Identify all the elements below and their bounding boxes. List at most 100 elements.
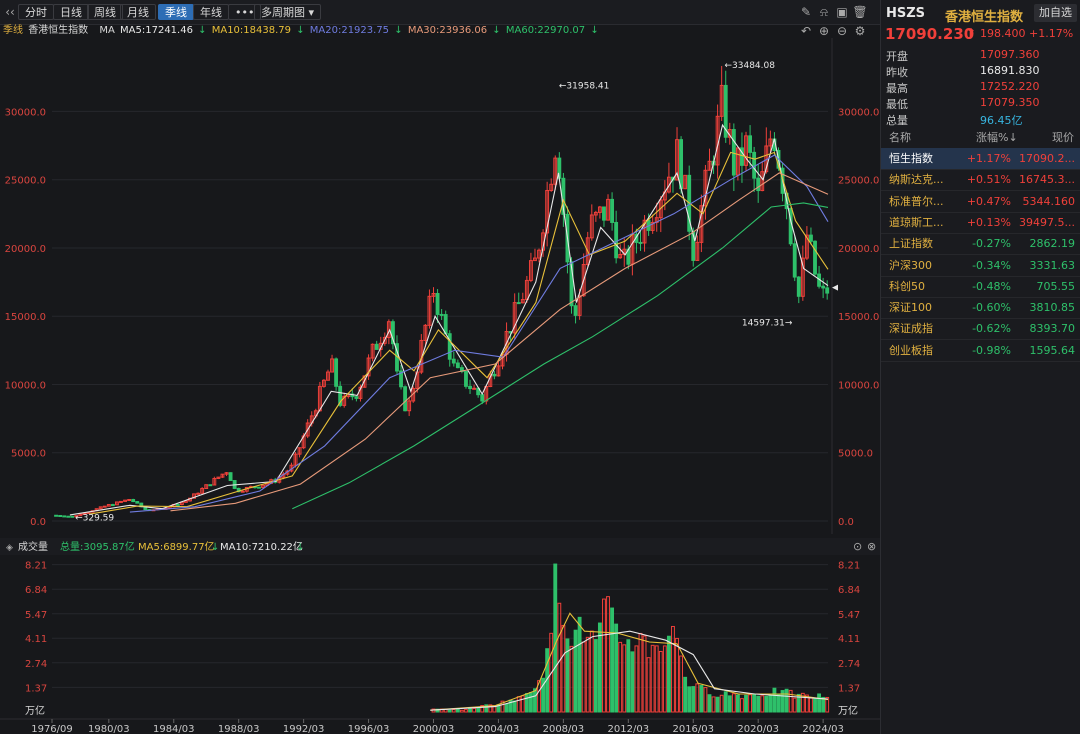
candle-body: [451, 358, 456, 364]
volume-bar: [585, 636, 590, 713]
volume-tick-label-right: 6.84: [838, 585, 860, 596]
volume-bar: [459, 709, 464, 713]
candle-body: [135, 501, 140, 504]
index-pct-cell: +1.17%: [966, 152, 1011, 165]
period-toolbar: ‹‹ 分时 日线 周线 月线 季线 年线 ••• 多周期图 ▾ ✎ ⍾ ▣ 🗑: [0, 0, 880, 25]
period-button[interactable]: 日线: [53, 4, 89, 20]
quote-field-label: 最低: [886, 98, 908, 111]
period-button[interactable]: 年线: [193, 4, 229, 20]
volume-total: 总量:3095.87亿: [60, 540, 135, 553]
index-price-cell: 2862.19: [1029, 237, 1076, 251]
column-header[interactable]: 涨幅%↓: [976, 127, 1018, 148]
zoom-out-icon[interactable]: ⊖: [834, 23, 850, 39]
candle-body: [403, 386, 408, 412]
multi-period-button[interactable]: 多周期图 ▾: [254, 4, 322, 20]
period-button[interactable]: 季线: [158, 4, 194, 20]
candle-body: [472, 387, 477, 390]
index-table-row[interactable]: 恒生指数 +1.17% 17090.2...: [881, 148, 1080, 170]
price-tick-label-right: 10000.0: [838, 380, 879, 391]
volume-bar: [817, 693, 822, 713]
time-tick-label: 2004/03: [478, 724, 520, 734]
index-name-cell: 深证100: [889, 301, 932, 315]
ma-line-ma10: [89, 151, 829, 515]
undo-icon[interactable]: ↶: [798, 23, 814, 39]
quote-field-label: 昨收: [886, 66, 908, 79]
volume-bar: [727, 695, 732, 713]
column-header[interactable]: 现价: [1052, 127, 1074, 148]
settings-icon[interactable]: ⚙: [852, 23, 868, 39]
index-price-cell: 16745.3...: [1019, 173, 1075, 187]
index-name-cell: 标准普尔...: [889, 194, 944, 208]
volume-ma5: MA5:6899.77亿: [138, 540, 215, 553]
volume-settings-icon[interactable]: ⊙: [853, 540, 862, 553]
candle-body: [110, 504, 115, 507]
volume-bar: [691, 686, 696, 713]
volume-ma5-arrow: ↓: [211, 542, 219, 553]
candle-body: [614, 221, 619, 259]
index-pct-cell: -0.27%: [972, 237, 1011, 251]
ma-legend-bar: 季线 香港恒生指数 MA MA5:17241.46 ↓ MA10:18438.7…: [0, 24, 880, 38]
draw-pen-icon[interactable]: ✎: [798, 4, 814, 20]
collapse-left-icon[interactable]: ‹‹: [2, 4, 18, 20]
index-table-row[interactable]: 深证成指 -0.62% 8393.70: [881, 318, 1080, 341]
volume-unit-right: 万亿: [838, 704, 858, 717]
volume-unit-left: 万亿: [25, 704, 45, 717]
price-tick-label-right: 15000.0: [838, 312, 879, 323]
volume-bar: [658, 650, 663, 713]
candle-body: [334, 358, 339, 387]
annotation-label: ←33484.08: [724, 61, 775, 71]
screenshot-icon[interactable]: ▣: [834, 4, 850, 20]
candle-body: [208, 484, 213, 487]
period-button[interactable]: 分时: [18, 4, 54, 20]
index-name-cell: 纳斯达克...: [889, 173, 944, 187]
index-price-cell: 1595.64: [1029, 343, 1076, 357]
volume-bar: [512, 700, 517, 713]
volume-bar: [597, 622, 602, 713]
volume-bar: [715, 696, 720, 713]
index-table-row[interactable]: 纳斯达克... +0.51% 16745.3...: [881, 169, 1080, 192]
volume-close-icon[interactable]: ⊗: [867, 540, 876, 553]
time-tick-label: 1976/09: [31, 724, 73, 734]
candle-body: [175, 503, 180, 506]
index-table-row[interactable]: 上证指数 -0.27% 2862.19: [881, 233, 1080, 256]
index-table-row[interactable]: 沪深300 -0.34% 3331.63: [881, 255, 1080, 277]
column-header[interactable]: 名称: [889, 127, 911, 148]
volume-bar: [666, 635, 671, 713]
candle-body: [374, 343, 379, 350]
volume-bar: [451, 709, 456, 713]
quote-field-value: 96.45亿: [980, 114, 1023, 127]
volume-bar: [569, 645, 574, 713]
price-tick-label-left: 20000.0: [5, 244, 46, 255]
index-table-row[interactable]: 道琼斯工... +0.13% 39497.5...: [881, 212, 1080, 234]
volume-bar: [821, 696, 826, 713]
quote-price: 17090.230: [885, 25, 975, 43]
index-name-cell: 恒生指数: [889, 152, 933, 165]
candle-body: [796, 276, 801, 297]
volume-bar: [565, 638, 570, 713]
delete-icon[interactable]: 🗑: [852, 4, 868, 20]
price-tick-label-right: 20000.0: [838, 244, 879, 255]
candle-body: [70, 515, 75, 518]
time-tick-label: 1984/03: [153, 724, 195, 734]
candle-body: [257, 486, 261, 489]
candle-body: [792, 243, 797, 278]
period-button[interactable]: 月线: [120, 4, 156, 20]
add-watchlist-button[interactable]: 加自选: [1034, 4, 1077, 22]
volume-toggle-icon[interactable]: ◈: [6, 543, 13, 553]
candle-body: [638, 241, 643, 244]
index-table-row[interactable]: 标准普尔... +0.47% 5344.160: [881, 191, 1080, 213]
index-table-row[interactable]: 科创50 -0.48% 705.55: [881, 276, 1080, 298]
volume-bar: [638, 632, 643, 713]
time-tick-label: 2000/03: [413, 724, 455, 734]
zoom-in-icon[interactable]: ⊕: [816, 23, 832, 39]
index-table-row[interactable]: 深证100 -0.60% 3810.85: [881, 297, 1080, 320]
alert-bell-icon[interactable]: ⍾: [816, 4, 832, 20]
period-button[interactable]: 周线: [87, 4, 123, 20]
index-name-cell: 科创50: [889, 279, 925, 293]
index-pct-cell: +0.51%: [966, 173, 1011, 187]
index-table-row[interactable]: 创业板指 -0.98% 1595.64: [881, 340, 1080, 362]
candle-body: [821, 285, 826, 289]
kline-chart[interactable]: 0.0 0.0 5000.0 5000.0 10000.0 10000.0 15000.0 1…: [0, 38, 880, 734]
price-tick-label-left: 10000.0: [5, 380, 46, 391]
quote-field-label: 最高: [886, 82, 908, 95]
